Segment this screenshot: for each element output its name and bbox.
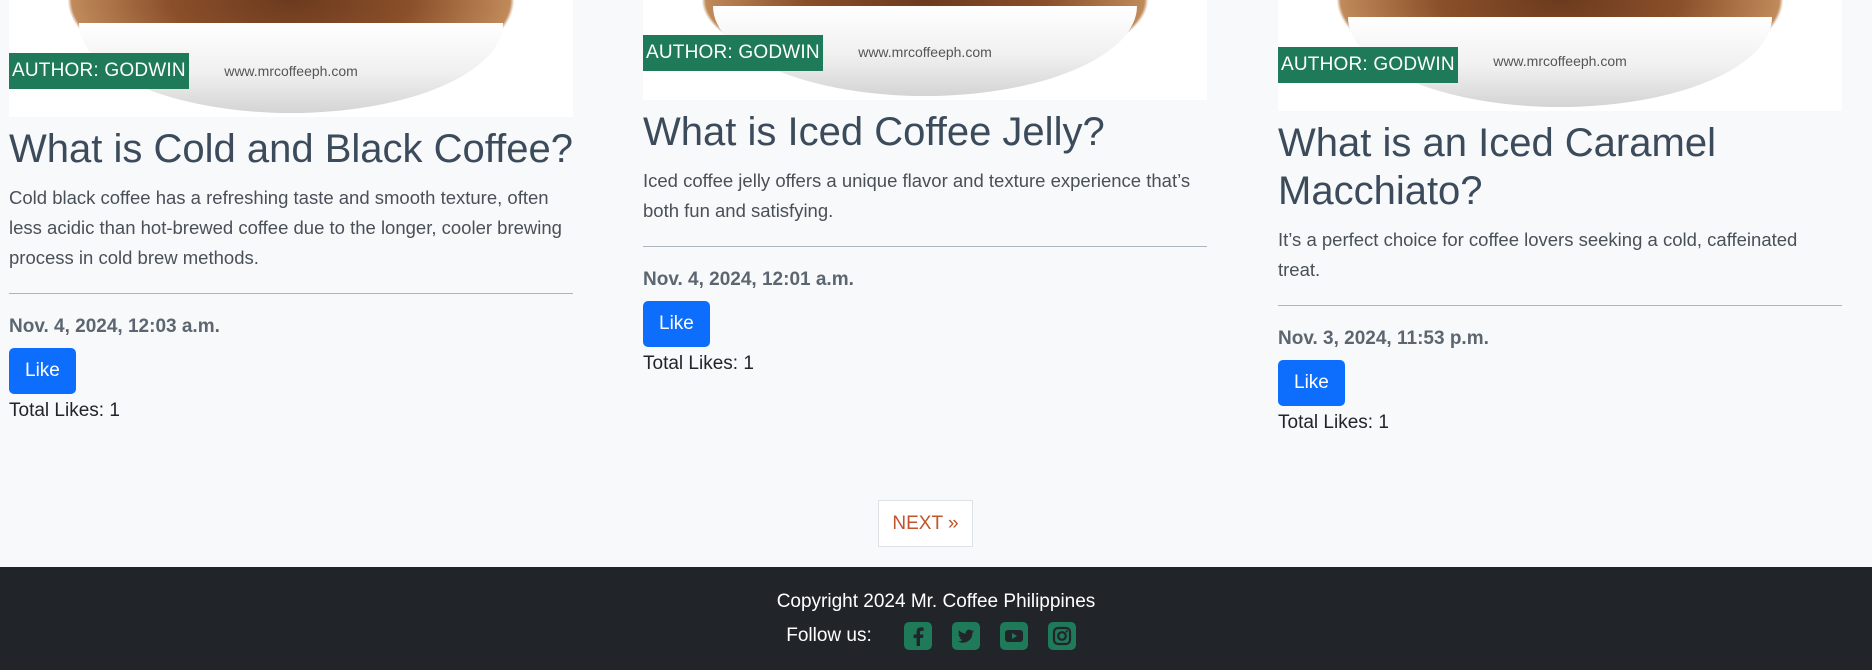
post-card-iced-coffee-jelly: www.mrcoffeeph.com AUTHOR: GODWIN What i… — [643, 0, 1207, 375]
like-button[interactable]: Like — [9, 348, 76, 394]
twitter-icon[interactable] — [951, 621, 981, 651]
post-card-iced-caramel-macchiato: www.mrcoffeeph.com AUTHOR: GODWIN What i… — [1278, 0, 1842, 434]
social-links: Follow us: — [0, 621, 1872, 651]
author-badge: AUTHOR: GODWIN — [1278, 47, 1458, 83]
post-excerpt: It’s a perfect choice for coffee lovers … — [1278, 229, 1798, 280]
post-date: Nov. 3, 2024, 11:53 p.m. — [1278, 328, 1489, 349]
follow-label: Follow us: — [786, 625, 872, 646]
post-date: Nov. 4, 2024, 12:03 a.m. — [9, 316, 220, 337]
post-image[interactable]: www.mrcoffeeph.com AUTHOR: GODWIN — [1278, 0, 1842, 111]
post-date: Nov. 4, 2024, 12:01 a.m. — [643, 269, 854, 290]
divider — [9, 293, 573, 294]
copyright-text: Copyright 2024 Mr. Coffee Philippines — [776, 591, 1096, 612]
post-excerpt: Cold black coffee has a refreshing taste… — [9, 187, 562, 268]
instagram-icon[interactable] — [1047, 621, 1077, 651]
post-image[interactable]: www.mrcoffeeph.com AUTHOR: GODWIN — [643, 0, 1207, 100]
divider — [643, 246, 1207, 247]
next-page-link[interactable]: NEXT » — [878, 500, 973, 547]
divider — [1278, 305, 1842, 306]
author-badge: AUTHOR: GODWIN — [9, 53, 189, 89]
like-button[interactable]: Like — [1278, 360, 1345, 406]
post-excerpt: Iced coffee jelly offers a unique flavor… — [643, 170, 1191, 221]
post-card-cold-black-coffee: www.mrcoffeeph.com AUTHOR: GODWIN What i… — [9, 0, 573, 422]
youtube-icon[interactable] — [999, 621, 1029, 651]
total-likes: Total Likes: 1 — [9, 400, 120, 421]
post-title[interactable]: What is Cold and Black Coffee? — [9, 125, 573, 173]
like-button[interactable]: Like — [643, 301, 710, 347]
post-title[interactable]: What is an Iced Caramel Macchiato? — [1278, 119, 1842, 215]
total-likes: Total Likes: 1 — [643, 353, 754, 374]
post-image[interactable]: www.mrcoffeeph.com AUTHOR: GODWIN — [9, 0, 573, 117]
site-footer: Copyright 2024 Mr. Coffee Philippines Fo… — [0, 567, 1872, 670]
total-likes: Total Likes: 1 — [1278, 412, 1389, 433]
author-badge: AUTHOR: GODWIN — [643, 35, 823, 71]
post-title[interactable]: What is Iced Coffee Jelly? — [643, 108, 1207, 156]
facebook-icon[interactable] — [903, 621, 933, 651]
